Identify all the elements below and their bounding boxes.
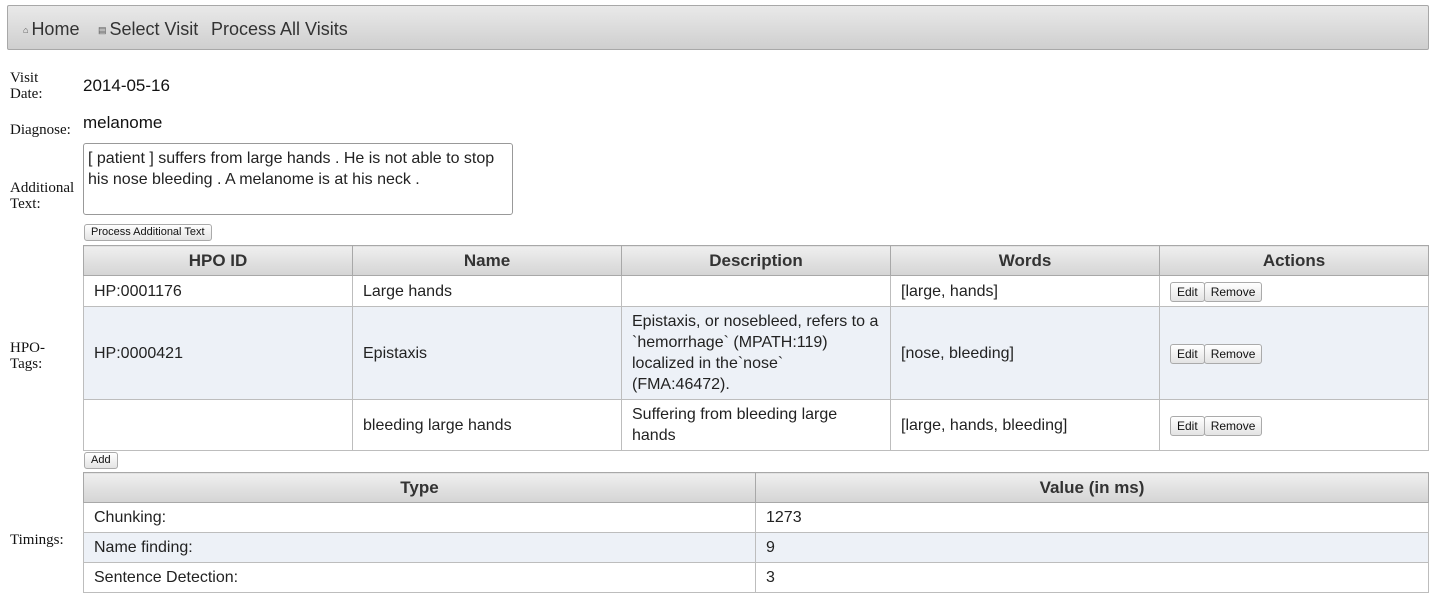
timings-table: Type Value (in ms) Chunking: 1273 Name f… — [83, 472, 1429, 593]
hpo-words-cell: [large, hands] — [890, 275, 1160, 307]
diagnose-value: melanome — [83, 113, 163, 132]
table-row: Name finding: 9 — [83, 532, 1429, 563]
hpo-words-cell: [nose, bleeding] — [890, 306, 1160, 400]
process-additional-text-button[interactable]: Process Additional Text — [84, 224, 212, 241]
remove-button[interactable]: Remove — [1203, 281, 1263, 302]
hpo-description-cell: Epistaxis, or nosebleed, refers to a `he… — [621, 306, 891, 400]
table-row: HP:0001176 Large hands [large, hands] Ed… — [83, 275, 1429, 307]
edit-button[interactable]: Edit — [1170, 343, 1205, 364]
timing-value-cell: 9 — [755, 532, 1429, 563]
table-row: HP:0000421 Epistaxis Epistaxis, or noseb… — [83, 306, 1429, 400]
hpo-words-cell: [large, hands, bleeding] — [890, 399, 1160, 451]
hpo-table: HPO ID Name Description Words Actions HP… — [83, 245, 1429, 451]
timing-type-cell: Chunking: — [83, 502, 756, 533]
hpo-name-cell: Large hands — [352, 275, 622, 307]
nav-home[interactable]: ⌂ Home — [23, 19, 79, 40]
column-header-words[interactable]: Words — [890, 245, 1160, 276]
table-row: Chunking: 1273 — [83, 502, 1429, 533]
nav-home-label: Home — [31, 19, 80, 39]
column-header-actions: Actions — [1159, 245, 1429, 276]
hpo-name-cell: Epistaxis — [352, 306, 622, 400]
hpo-description-cell — [621, 275, 891, 307]
list-icon: ▤ — [98, 25, 107, 35]
table-row: Sentence Detection: 3 — [83, 562, 1429, 593]
hpo-actions-cell: Edit Remove — [1159, 306, 1429, 400]
remove-button[interactable]: Remove — [1203, 415, 1263, 436]
column-header-hpo-id[interactable]: HPO ID — [83, 245, 353, 276]
add-tag-button[interactable]: Add — [84, 452, 118, 469]
hpo-id-cell: HP:0000421 — [83, 306, 353, 400]
timing-type-cell: Name finding: — [83, 532, 756, 563]
hpo-actions-cell: Edit Remove — [1159, 275, 1429, 307]
hpo-description-cell: Suffering from bleeding large hands — [621, 399, 891, 451]
nav-select-visit-label: Select Visit — [109, 19, 199, 39]
nav-select-visit[interactable]: ▤ Select Visit — [98, 19, 198, 40]
table-row: bleeding large hands Suffering from blee… — [83, 399, 1429, 451]
timing-value-cell: 1273 — [755, 502, 1429, 533]
diagnose-label: Diagnose: — [10, 122, 71, 138]
hpo-actions-cell: Edit Remove — [1159, 399, 1429, 451]
nav-process-all[interactable]: Process All Visits — [211, 19, 348, 40]
additional-text-input[interactable]: [ patient ] suffers from large hands . H… — [83, 143, 513, 215]
column-header-description[interactable]: Description — [621, 245, 891, 276]
edit-button[interactable]: Edit — [1170, 415, 1205, 436]
visit-date-label: Visit Date: — [10, 70, 43, 102]
timing-type-cell: Sentence Detection: — [83, 562, 756, 593]
edit-button[interactable]: Edit — [1170, 281, 1205, 302]
column-header-value[interactable]: Value (in ms) — [755, 472, 1429, 503]
hpo-tags-label: HPO-Tags: — [10, 340, 46, 372]
home-icon: ⌂ — [23, 25, 29, 35]
column-header-name[interactable]: Name — [352, 245, 622, 276]
hpo-id-cell: HP:0001176 — [83, 275, 353, 307]
timings-label: Timings: — [10, 532, 64, 548]
remove-button[interactable]: Remove — [1203, 343, 1263, 364]
column-header-type[interactable]: Type — [83, 472, 756, 503]
navbar: ⌂ Home ▤ Select Visit Process All Visits — [7, 5, 1429, 50]
hpo-name-cell: bleeding large hands — [352, 399, 622, 451]
visit-date-value: 2014-05-16 — [83, 76, 170, 95]
hpo-id-cell — [83, 399, 353, 451]
additional-text-label: Additional Text: — [10, 180, 75, 212]
timing-value-cell: 3 — [755, 562, 1429, 593]
